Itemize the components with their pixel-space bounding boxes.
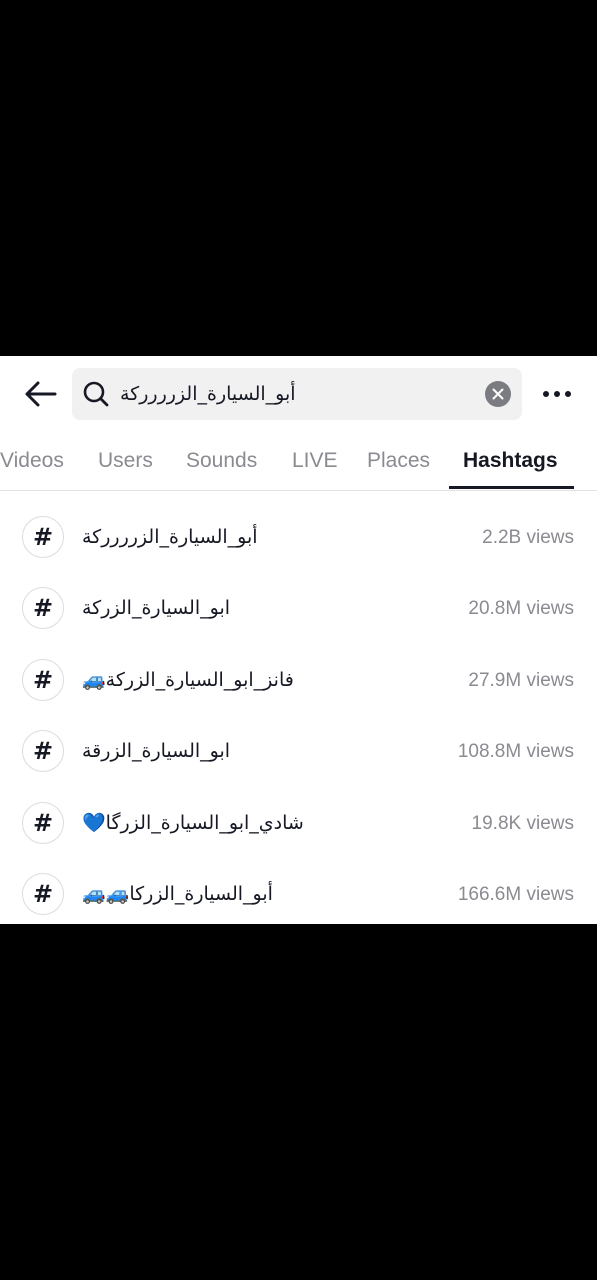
tab-users[interactable]: Users <box>98 432 153 490</box>
hashtag-views: 2.2B views <box>482 527 574 548</box>
arrow-left-icon <box>25 381 57 407</box>
search-input[interactable]: أبو_السيارة_الزرررركة <box>120 368 480 420</box>
hashtag-name: فانز_ابو_السيارة_الزركة🚙 <box>82 668 294 691</box>
tab-videos[interactable]: Videos <box>0 432 64 490</box>
tab-sounds[interactable]: Sounds <box>186 432 257 490</box>
hashtag-views: 19.8K views <box>471 812 574 834</box>
clear-search-button[interactable] <box>485 381 511 407</box>
back-button[interactable] <box>20 376 60 412</box>
hashtag-views: 20.8M views <box>468 598 574 620</box>
hashtag-icon: # <box>22 658 64 701</box>
active-tab-indicator <box>449 486 574 489</box>
hashtag-name: شادي_ابو_السيارة_الزرگا💙 <box>82 811 304 834</box>
more-dot-icon <box>565 391 571 397</box>
hashtag-icon: # <box>22 801 64 844</box>
hashtag-row[interactable]: # ابو_السيارة_الزركة 20.8M views <box>0 573 597 644</box>
hashtag-icon: # <box>22 872 64 915</box>
search-icon <box>83 381 109 407</box>
search-header: أبو_السيارة_الزرررركة <box>0 356 597 432</box>
hashtag-row[interactable]: # ابو_السيارة_الزرقة 108.8M views <box>0 716 597 787</box>
more-dot-icon <box>554 391 560 397</box>
hashtag-name: أبو_السيارة_الزركا🚙🚙 <box>82 882 273 905</box>
hashtag-row[interactable]: # أبو_السيارة_الزرررركة 2.2B views <box>0 502 597 573</box>
more-dot-icon <box>543 391 549 397</box>
tab-hashtags[interactable]: Hashtags <box>463 432 558 490</box>
hashtag-name: ابو_السيارة_الزرقة <box>82 740 231 763</box>
hashtag-icon: # <box>22 516 64 558</box>
hashtag-row[interactable]: # شادي_ابو_السيارة_الزرگا💙 19.8K views <box>0 788 597 859</box>
search-results-screen: أبو_السيارة_الزرررركة Videos Users Sound… <box>0 356 597 924</box>
more-options-button[interactable] <box>536 380 578 408</box>
tab-places[interactable]: Places <box>367 432 430 490</box>
hashtag-icon: # <box>22 587 64 630</box>
hashtag-name: ابو_السيارة_الزركة <box>82 597 231 620</box>
search-bar[interactable]: أبو_السيارة_الزرررركة <box>72 368 522 420</box>
search-tabs: Videos Users Sounds LIVE Places Hashtags <box>0 432 597 491</box>
hashtag-views: 27.9M views <box>468 669 574 691</box>
hashtag-row[interactable]: # أبو_السيارة_الزركا🚙🚙 166.6M views <box>0 859 597 924</box>
hashtag-icon: # <box>22 730 64 773</box>
tab-live[interactable]: LIVE <box>292 432 338 490</box>
hashtag-list: # أبو_السيارة_الزرررركة 2.2B views # ابو… <box>0 502 597 924</box>
bottom-black-area <box>0 924 597 1280</box>
close-icon <box>492 388 504 400</box>
hashtag-views: 166.6M views <box>457 883 574 905</box>
hashtag-views: 108.8M views <box>457 741 574 763</box>
hashtag-row[interactable]: # فانز_ابو_السيارة_الزركة🚙 27.9M views <box>0 645 597 716</box>
hashtag-name: أبو_السيارة_الزرررركة <box>82 526 258 548</box>
top-black-area <box>0 0 597 356</box>
